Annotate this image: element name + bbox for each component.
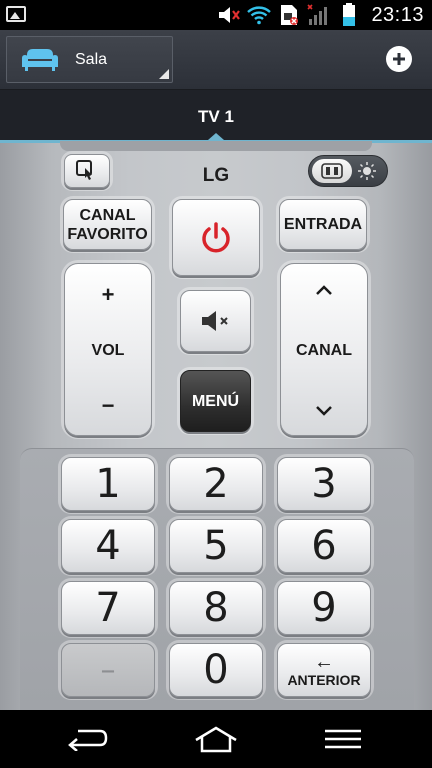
input-button[interactable]: ENTRADA: [279, 199, 367, 250]
remote-icon: [312, 159, 352, 183]
key-1[interactable]: 1: [61, 457, 155, 511]
volume-muted-icon: [217, 4, 241, 26]
channel-label: CANAL: [296, 342, 352, 359]
power-icon: [202, 221, 230, 252]
menu-button[interactable]: MENÚ: [180, 370, 251, 432]
plus-icon: [393, 53, 405, 65]
volume-down[interactable]: −: [102, 393, 115, 419]
back-arrow-icon: ←: [314, 650, 334, 673]
room-name: Sala: [75, 50, 108, 68]
home-button[interactable]: [191, 724, 241, 754]
back-button[interactable]: [63, 724, 113, 754]
dropdown-corner-icon: [159, 69, 169, 79]
menu-icon: [325, 729, 361, 749]
key-label: 9: [311, 585, 337, 631]
input-label: ENTRADA: [283, 216, 363, 233]
room-selector[interactable]: Sala: [6, 36, 173, 83]
previous-channel-button[interactable]: ← ANTERIOR: [277, 643, 371, 697]
key-4[interactable]: 4: [61, 519, 155, 573]
signal-no-sim-icon: [307, 4, 331, 26]
menu-nav-button[interactable]: [318, 724, 368, 754]
home-icon: [195, 726, 237, 753]
key-label: –: [100, 652, 116, 688]
battery-icon: [337, 3, 361, 26]
key-9[interactable]: 9: [277, 581, 371, 635]
channel-rocker[interactable]: CANAL: [280, 263, 368, 436]
key-8[interactable]: 8: [169, 581, 263, 635]
power-button[interactable]: [172, 199, 260, 276]
theme-toggle[interactable]: [308, 155, 388, 187]
room-bar: Sala: [0, 30, 432, 90]
key-3[interactable]: 3: [277, 457, 371, 511]
key-5[interactable]: 5: [169, 519, 263, 573]
sun-icon: [358, 162, 376, 180]
key-6[interactable]: 6: [277, 519, 371, 573]
key-label: 2: [203, 461, 229, 507]
mute-icon: [201, 311, 228, 331]
volume-up[interactable]: +: [102, 282, 115, 308]
key-label: 0: [203, 647, 229, 693]
system-nav-bar: [0, 710, 432, 768]
key-label: 5: [203, 523, 229, 569]
key-label: 3: [311, 461, 337, 507]
status-bar: 23:13: [0, 0, 432, 30]
back-icon: [68, 729, 108, 751]
sim-blocked-icon: [277, 4, 301, 26]
remote-body: LG CANAL FAVORITO ENTRADA + VOL − CANAL …: [0, 141, 432, 710]
tab-label: TV 1: [198, 106, 234, 126]
add-room-button[interactable]: [386, 46, 412, 72]
chevron-up-icon[interactable]: [314, 284, 334, 296]
key-label: 4: [95, 523, 121, 569]
key-label: 6: [311, 523, 337, 569]
key-label: 7: [95, 585, 121, 631]
key-label: 8: [203, 585, 229, 631]
device-tab-bar: TV 1: [0, 90, 432, 143]
touch-pad-icon: [76, 160, 92, 180]
volume-rocker[interactable]: + VOL −: [64, 263, 152, 436]
previous-channel-label: ANTERIOR: [287, 671, 361, 688]
key-dash: –: [61, 643, 155, 697]
volume-label: VOL: [91, 342, 125, 359]
mute-button[interactable]: [180, 290, 251, 352]
clock: 23:13: [371, 3, 424, 26]
wifi-icon: [247, 4, 272, 26]
brand-logo: LG: [202, 165, 230, 186]
sofa-icon: [22, 48, 58, 71]
image-icon: [6, 6, 26, 22]
key-7[interactable]: 7: [61, 581, 155, 635]
touchpad-toggle-button[interactable]: [64, 154, 110, 188]
key-2[interactable]: 2: [169, 457, 263, 511]
menu-label: MENÚ: [191, 392, 240, 410]
key-0[interactable]: 0: [169, 643, 263, 697]
key-label: 1: [95, 461, 121, 507]
favorite-channel-label: CANAL FAVORITO: [67, 206, 148, 243]
favorite-channel-button[interactable]: CANAL FAVORITO: [63, 199, 152, 250]
chevron-down-icon[interactable]: [314, 405, 334, 417]
